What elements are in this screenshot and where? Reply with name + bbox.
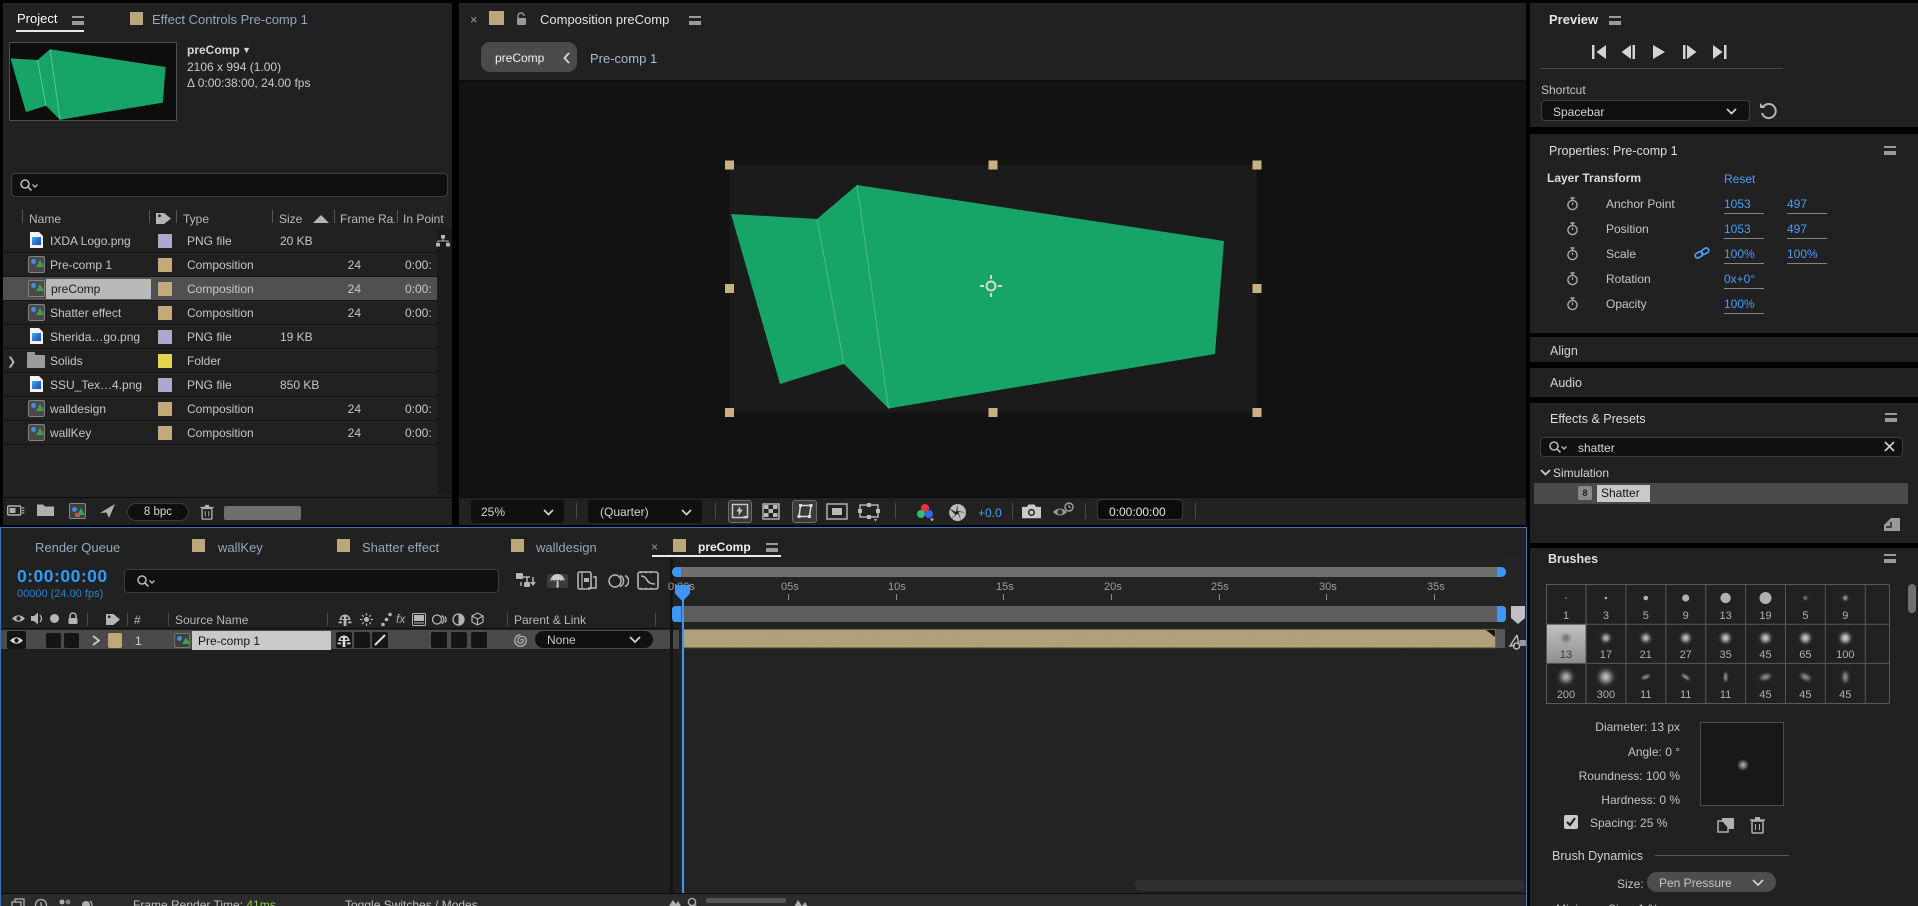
svg-text:27: 27 xyxy=(1680,649,1692,661)
svg-text:11: 11 xyxy=(1640,689,1651,701)
svg-text:1: 1 xyxy=(1563,610,1569,622)
svg-text:13: 13 xyxy=(1719,610,1731,622)
svg-text:3: 3 xyxy=(1603,610,1609,622)
svg-text:65: 65 xyxy=(1799,649,1811,661)
svg-text:300: 300 xyxy=(1597,689,1615,701)
svg-text:45: 45 xyxy=(1799,689,1811,701)
svg-text:11: 11 xyxy=(1680,689,1691,701)
svg-text:5: 5 xyxy=(1802,610,1808,622)
svg-text:45: 45 xyxy=(1839,689,1851,701)
svg-text:9: 9 xyxy=(1683,610,1689,622)
svg-text:9: 9 xyxy=(1842,610,1848,622)
svg-text:45: 45 xyxy=(1759,689,1771,701)
svg-text:200: 200 xyxy=(1557,689,1575,701)
svg-text:21: 21 xyxy=(1640,649,1652,661)
svg-text:45: 45 xyxy=(1759,649,1771,661)
svg-text:17: 17 xyxy=(1600,649,1612,661)
svg-text:100: 100 xyxy=(1836,649,1854,661)
svg-text:19: 19 xyxy=(1759,610,1771,622)
svg-text:13: 13 xyxy=(1560,649,1572,661)
svg-text:5: 5 xyxy=(1643,610,1649,622)
svg-text:35: 35 xyxy=(1719,649,1731,661)
svg-text:11: 11 xyxy=(1720,689,1731,701)
